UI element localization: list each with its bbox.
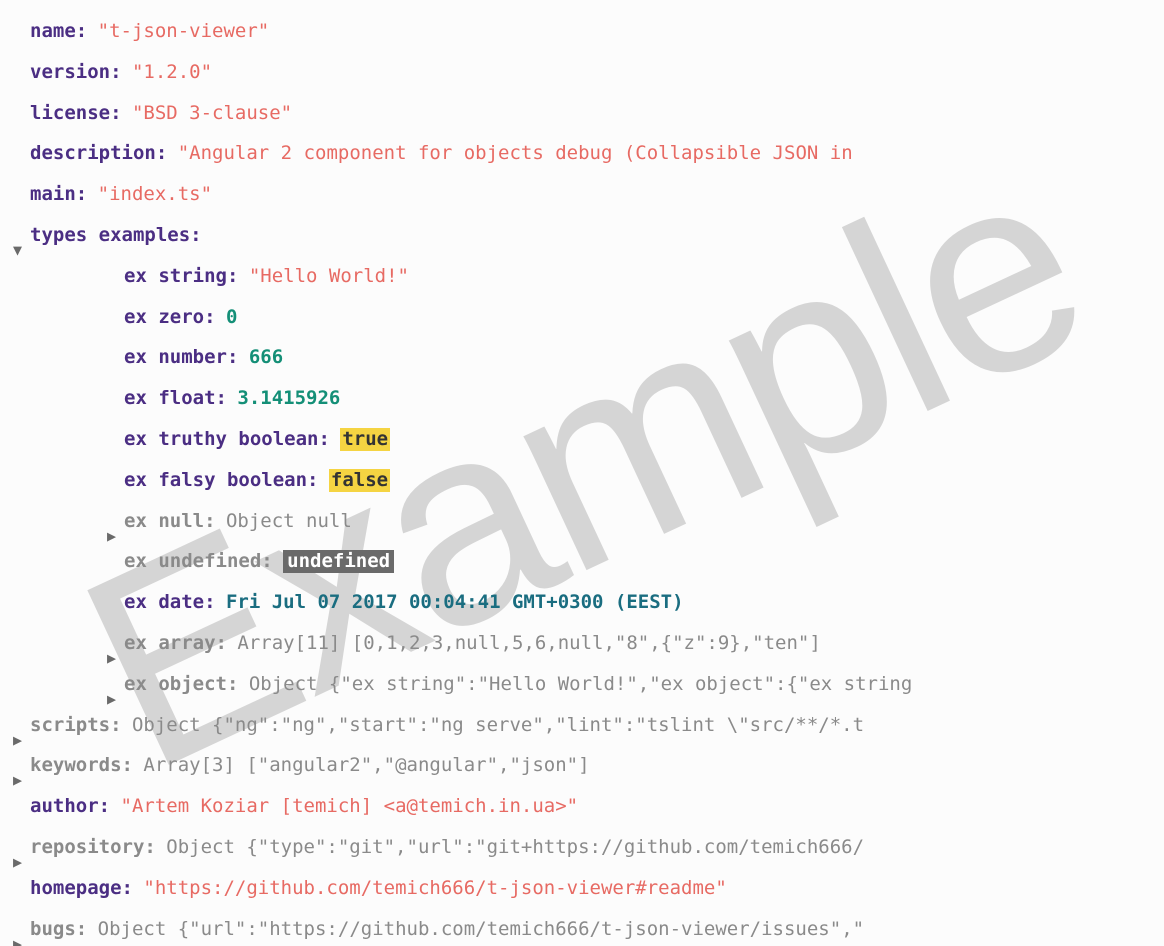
node-ex-date[interactable]: ex date: Fri Jul 07 2017 00:04:41 GMT+03… xyxy=(78,591,1164,614)
node-key: types examples xyxy=(30,224,190,247)
node-key: ex undefined xyxy=(124,550,261,573)
node-ex-array[interactable]: ex array: Array[11] [0,1,2,3,null,5,6,nu… xyxy=(78,632,1164,655)
node-key: ex truthy boolean xyxy=(124,428,318,451)
node-ex-number[interactable]: ex number: 666 xyxy=(78,346,1164,369)
node-preview: Array[11] [0,1,2,3,null,5,6,null,"8",{"z… xyxy=(237,632,820,655)
node-key: repository xyxy=(30,836,144,859)
node-value: "Angular 2 component for objects debug (… xyxy=(178,142,853,165)
node-key: ex date xyxy=(124,591,204,614)
node-value: "BSD 3-clause" xyxy=(132,102,292,125)
node-bugs[interactable]: bugs: Object {"url":"https://github.com/… xyxy=(30,918,1164,941)
node-key: name xyxy=(30,20,76,43)
node-ex-truthy[interactable]: ex truthy boolean: true xyxy=(78,428,1164,451)
node-preview: Object {"type":"git","url":"git+https://… xyxy=(166,836,864,859)
node-author[interactable]: author: "Artem Koziar [temich] <a@temich… xyxy=(30,795,1164,818)
node-keywords[interactable]: keywords: Array[3] ["angular2","@angular… xyxy=(30,754,1164,777)
node-key: license xyxy=(30,102,110,125)
node-key: ex float xyxy=(124,387,216,410)
node-homepage[interactable]: homepage: "https://github.com/temich666/… xyxy=(30,877,1164,900)
node-scripts[interactable]: scripts: Object {"ng":"ng","start":"ng s… xyxy=(30,714,1164,737)
node-preview: Object {"ex string":"Hello World!","ex o… xyxy=(249,673,912,696)
node-value: 3.1415926 xyxy=(237,387,340,410)
node-key: keywords xyxy=(30,754,122,777)
node-key: ex object xyxy=(124,673,227,696)
node-value: true xyxy=(340,428,390,451)
node-key: scripts xyxy=(30,714,110,737)
node-value: 0 xyxy=(226,306,237,329)
node-ex-float[interactable]: ex float: 3.1415926 xyxy=(78,387,1164,410)
node-name[interactable]: name: "t-json-viewer" xyxy=(30,20,1164,43)
node-ex-null[interactable]: ex null: Object null xyxy=(78,510,1164,533)
json-tree: name: "t-json-viewer" version: "1.2.0" l… xyxy=(30,20,1164,940)
node-value: "index.ts" xyxy=(98,183,212,206)
node-ex-zero[interactable]: ex zero: 0 xyxy=(78,306,1164,329)
node-preview: Object {"url":"https://github.com/temich… xyxy=(98,918,864,941)
node-description[interactable]: description: "Angular 2 component for ob… xyxy=(30,142,1164,165)
node-value: undefined xyxy=(283,550,394,573)
node-value: "Artem Koziar [temich] <a@temich.in.ua>" xyxy=(121,795,579,818)
node-ex-falsy[interactable]: ex falsy boolean: false xyxy=(78,469,1164,492)
node-main[interactable]: main: "index.ts" xyxy=(30,183,1164,206)
node-ex-string[interactable]: ex string: "Hello World!" xyxy=(78,265,1164,288)
node-value: "https://github.com/temich666/t-json-vie… xyxy=(143,877,726,900)
node-key: ex null xyxy=(124,510,204,533)
node-key: author xyxy=(30,795,99,818)
node-key: ex string xyxy=(124,265,227,288)
node-value: false xyxy=(329,469,390,492)
node-key: ex array xyxy=(124,632,216,655)
node-key: version xyxy=(30,61,110,84)
node-preview: Object {"ng":"ng","start":"ng serve","li… xyxy=(132,714,864,737)
node-key: ex falsy boolean xyxy=(124,469,307,492)
node-ex-undefined[interactable]: ex undefined: undefined xyxy=(78,550,1164,573)
node-license[interactable]: license: "BSD 3-clause" xyxy=(30,102,1164,125)
node-value: "t-json-viewer" xyxy=(98,20,270,43)
node-key: ex number xyxy=(124,346,227,369)
node-value: "1.2.0" xyxy=(132,61,212,84)
node-value: 666 xyxy=(249,346,283,369)
node-key: description xyxy=(30,142,156,165)
node-key: bugs xyxy=(30,918,76,941)
node-types-examples[interactable]: types examples: xyxy=(30,224,1164,247)
node-value: Fri Jul 07 2017 00:04:41 GMT+0300 (EEST) xyxy=(226,591,684,614)
node-preview: Array[3] ["angular2","@angular","json"] xyxy=(143,754,589,777)
node-key: ex zero xyxy=(124,306,204,329)
node-value: "Hello World!" xyxy=(249,265,409,288)
node-key: homepage xyxy=(30,877,122,900)
node-key: main xyxy=(30,183,76,206)
node-ex-object[interactable]: ex object: Object {"ex string":"Hello Wo… xyxy=(78,673,1164,696)
node-preview: Object null xyxy=(226,510,352,533)
node-repository[interactable]: repository: Object {"type":"git","url":"… xyxy=(30,836,1164,859)
node-version[interactable]: version: "1.2.0" xyxy=(30,61,1164,84)
